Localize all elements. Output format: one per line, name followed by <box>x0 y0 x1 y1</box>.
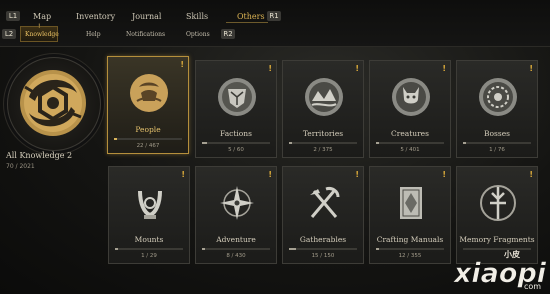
alert-icon: ! <box>442 170 446 179</box>
progress-bar <box>289 248 357 250</box>
progress-bar <box>376 142 444 144</box>
card-title: Gatherables <box>299 235 347 244</box>
card-bosses[interactable]: ! Bosses 1 / 76 <box>456 60 538 158</box>
mounts-icon <box>138 190 162 219</box>
subtab-knowledge[interactable]: Knowledge <box>25 31 59 38</box>
alert-icon: ! <box>529 170 533 179</box>
tab-journal[interactable]: Journal <box>132 12 161 21</box>
active-tab-underline <box>226 22 268 23</box>
card-title: Crafting Manuals <box>376 235 444 244</box>
all-knowledge-title: All Knowledge <box>6 151 65 160</box>
progress-bar <box>114 138 182 140</box>
l1-button-hint: L1 <box>6 11 20 21</box>
subtab-help[interactable]: Help <box>86 31 101 38</box>
progress-bar <box>376 248 444 250</box>
territories-medal-icon <box>305 78 343 116</box>
card-title: Territories <box>302 129 344 138</box>
all-knowledge-count: 70 / 2021 <box>6 163 35 170</box>
subtab-notification-pip: ! <box>38 23 41 30</box>
adventure-compass-icon <box>220 186 254 220</box>
card-count: 2 / 375 <box>313 147 333 153</box>
card-count: 1 / 76 <box>489 147 505 153</box>
card-crafting-manuals[interactable]: ! Crafting Manuals 12 / 355 <box>369 166 451 264</box>
card-title: Mounts <box>134 235 164 244</box>
progress-bar <box>115 248 183 250</box>
card-creatures[interactable]: ! Creatures 5 / 401 <box>369 60 451 158</box>
alert-icon: ! <box>268 170 272 179</box>
card-title: People <box>135 125 161 134</box>
alert-icon: ! <box>268 64 272 73</box>
card-territories[interactable]: ! Territories 2 / 375 <box>282 60 364 158</box>
card-count: 22 / 467 <box>136 143 160 149</box>
r2-button-hint: R2 <box>221 29 235 39</box>
card-count: 5 / 60 <box>228 147 244 153</box>
card-count: 15 / 150 <box>311 253 335 259</box>
tab-skills[interactable]: Skills <box>186 12 208 21</box>
tab-others[interactable]: Others <box>237 12 265 21</box>
top-navigation-bar: L1 Map Inventory Journal Skills Others R… <box>0 0 550 47</box>
card-count: 8 / 430 <box>226 253 246 259</box>
gatherables-tools-icon <box>310 187 340 218</box>
r1-button-hint: R1 <box>267 11 281 21</box>
card-gatherables[interactable]: ! Gatherables 15 / 150 <box>282 166 364 264</box>
card-title: Creatures <box>391 129 429 138</box>
people-medal-icon <box>130 74 168 112</box>
factions-medal-icon <box>218 78 256 116</box>
card-title: Memory Fragments <box>459 235 535 244</box>
subtab-notifications[interactable]: Notifications <box>126 31 165 38</box>
alert-icon: ! <box>442 64 446 73</box>
tab-map[interactable]: Map <box>33 12 51 21</box>
card-title: Factions <box>220 129 252 138</box>
tab-inventory[interactable]: Inventory <box>76 12 115 21</box>
progress-bar <box>202 142 270 144</box>
card-title: Adventure <box>216 235 256 244</box>
alert-icon: ! <box>529 64 533 73</box>
alert-icon: ! <box>180 60 184 69</box>
card-count: 1 / 29 <box>141 253 157 259</box>
watermark-logo: xiaopi com <box>452 258 547 291</box>
alert-icon: ! <box>181 170 185 179</box>
progress-bar <box>202 248 270 250</box>
progress-bar <box>463 142 531 144</box>
all-knowledge-badge: 2 <box>67 151 73 160</box>
watermark-suffix: com <box>524 282 541 291</box>
card-count: 5 / 401 <box>400 147 420 153</box>
bosses-medal-icon <box>479 78 517 116</box>
crafting-manual-icon <box>400 187 422 219</box>
card-memory-fragments[interactable]: ! Memory Fragments <box>456 166 538 264</box>
memory-fragments-icon <box>480 185 516 221</box>
card-adventure[interactable]: ! Adventure 8 / 430 <box>195 166 277 264</box>
card-title: Bosses <box>483 129 510 138</box>
l2-button-hint: L2 <box>2 29 16 39</box>
subtab-options[interactable]: Options <box>186 31 210 38</box>
alert-icon: ! <box>355 64 359 73</box>
card-count: 12 / 355 <box>398 253 422 259</box>
card-people[interactable]: ! People 22 / 467 <box>107 56 189 154</box>
card-factions[interactable]: ! Factions 5 / 60 <box>195 60 277 158</box>
progress-bar <box>463 248 531 250</box>
card-mounts[interactable]: ! Mounts 1 / 29 <box>108 166 190 264</box>
knowledge-emblem-icon <box>20 70 86 136</box>
creatures-medal-icon <box>392 78 430 116</box>
alert-icon: ! <box>355 170 359 179</box>
progress-bar <box>289 142 357 144</box>
all-knowledge-label: All Knowledge 2 <box>6 151 72 160</box>
